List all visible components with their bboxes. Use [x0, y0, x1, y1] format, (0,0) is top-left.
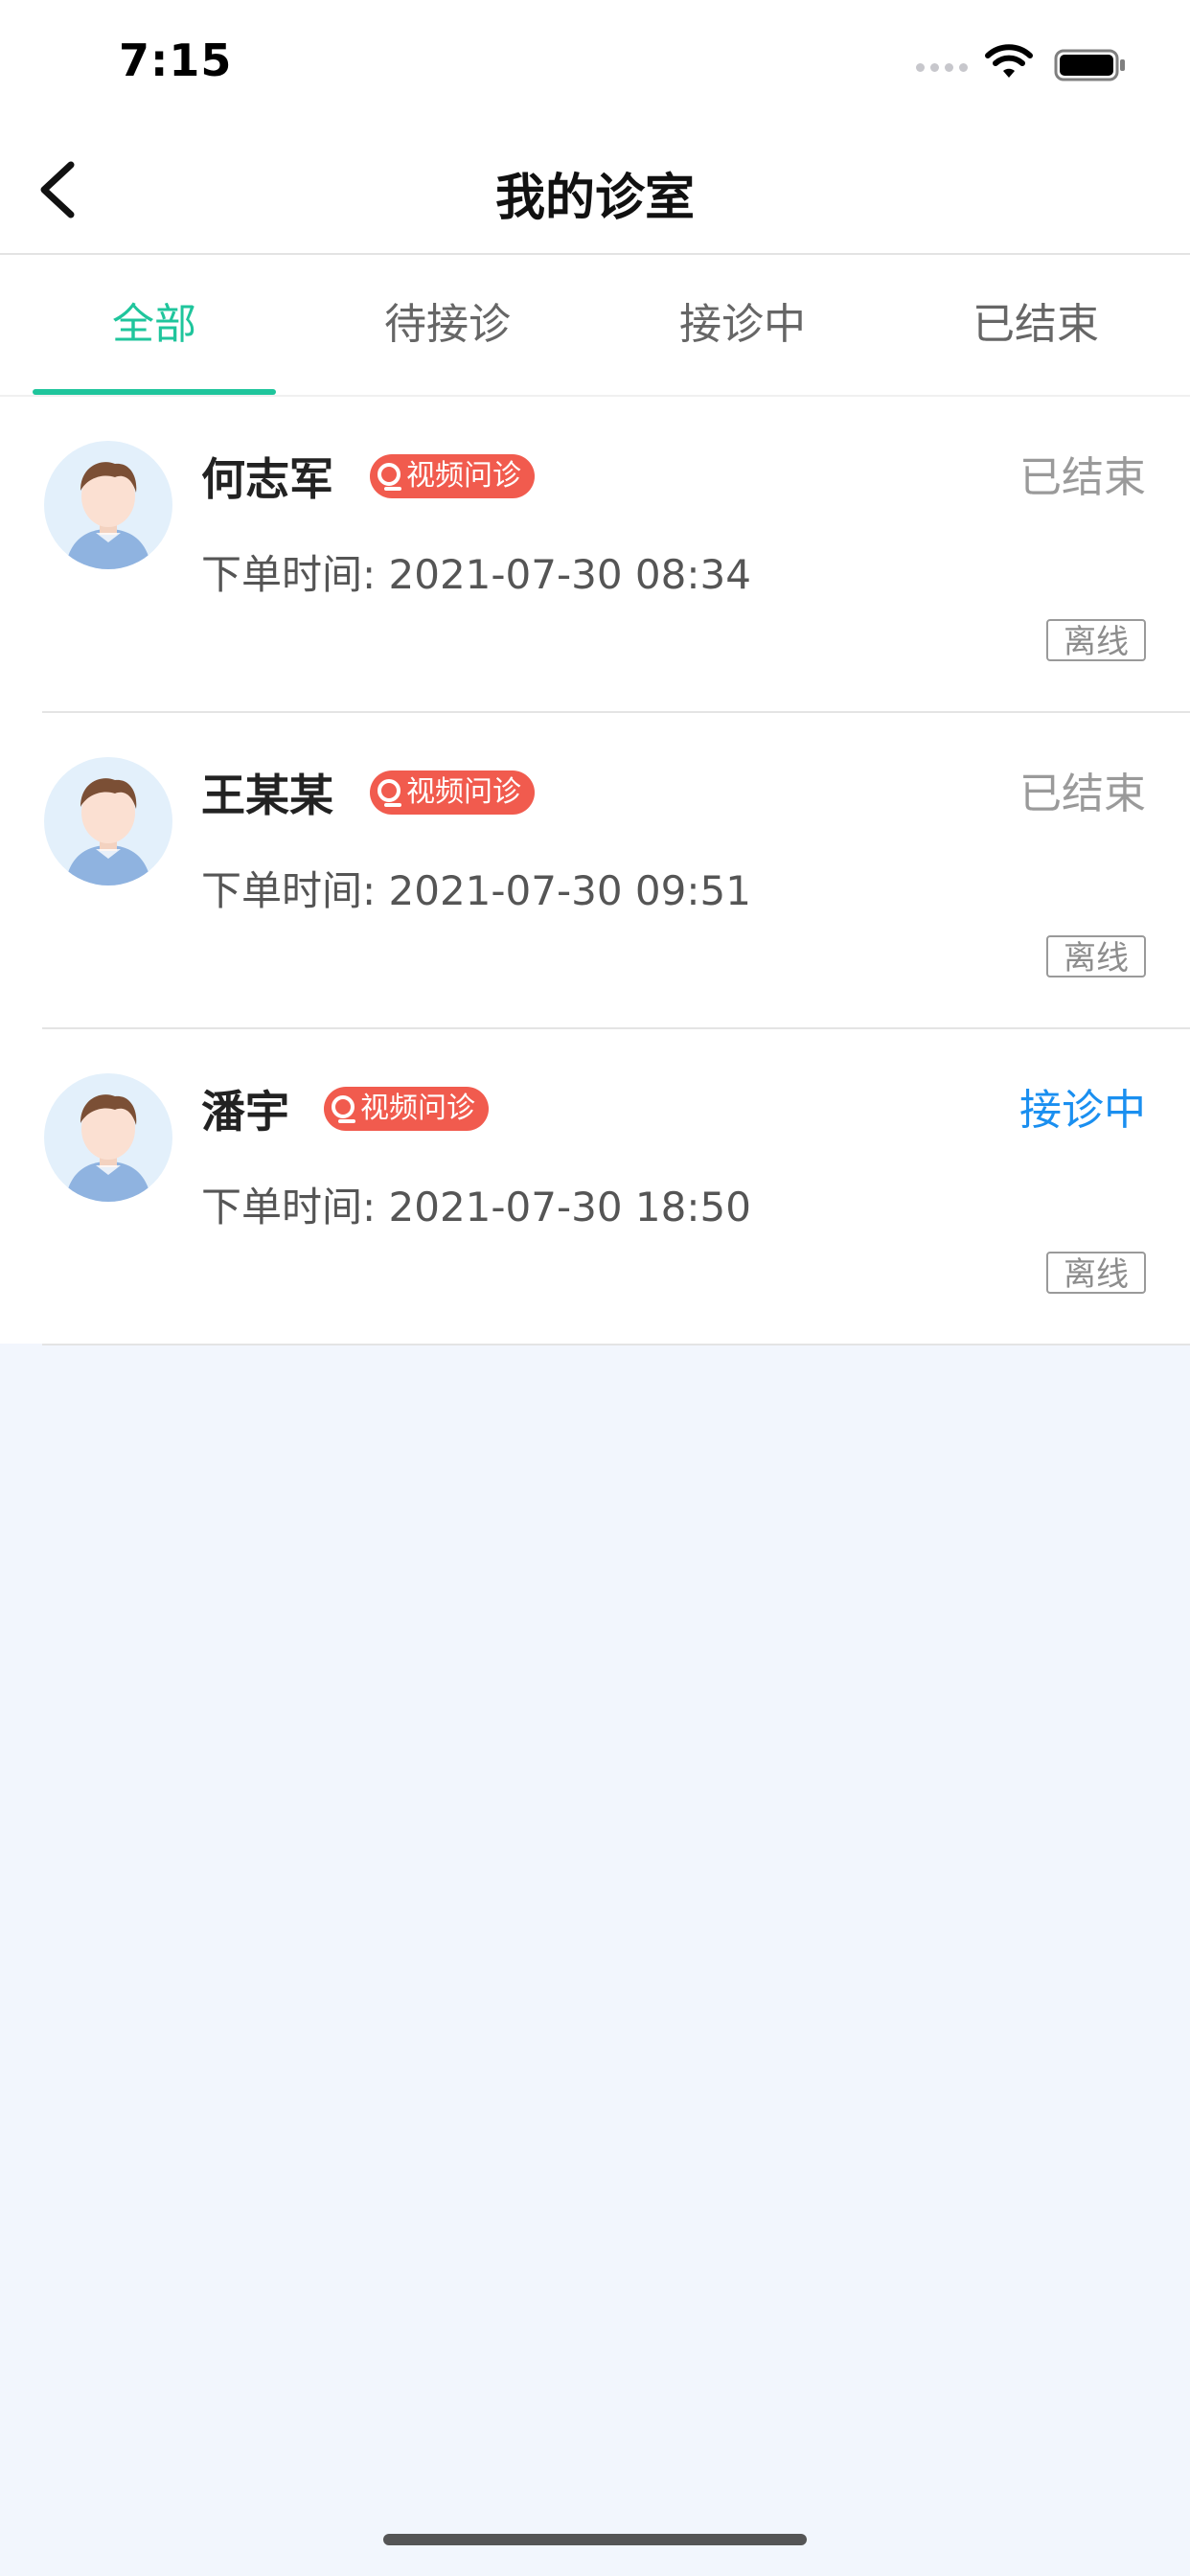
order-time: 下单时间: 2021-07-30 09:51: [201, 867, 751, 914]
video-consult-badge: 视频问诊: [370, 454, 535, 498]
tab-in-progress[interactable]: 接诊中: [594, 255, 891, 395]
battery-icon: [1054, 49, 1125, 81]
row-divider: [42, 1344, 1190, 1346]
offline-tag: 离线: [1046, 935, 1146, 978]
consultation-list: 何志军 视频问诊 已结束 下单时间: 2021-07-30 08:34 离线 王…: [0, 397, 1190, 1346]
user-avatar-icon: [65, 1094, 151, 1202]
video-call-icon: [378, 462, 401, 491]
consultation-item[interactable]: 王某某 视频问诊 已结束 下单时间: 2021-07-30 09:51 离线: [0, 713, 1190, 1029]
cellular-signal-icon: [916, 59, 972, 73]
home-indicator: [383, 2534, 807, 2545]
consultation-status: 接诊中: [1019, 1086, 1146, 1135]
tab-bar: 全部 待接诊 接诊中 已结束: [0, 255, 1190, 397]
video-call-icon: [378, 778, 401, 807]
consultation-status: 已结束: [1019, 453, 1146, 502]
offline-tag: 离线: [1046, 619, 1146, 661]
video-consult-label: 视频问诊: [406, 775, 521, 809]
status-time: 7:15: [119, 34, 233, 86]
page-title: 我的诊室: [494, 170, 695, 227]
avatar: [44, 441, 172, 569]
avatar: [44, 757, 172, 886]
video-consult-label: 视频问诊: [360, 1092, 475, 1125]
navigation-bar: 我的诊室: [0, 125, 1190, 255]
consultation-item[interactable]: 潘宇 视频问诊 接诊中 下单时间: 2021-07-30 18:50 离线: [0, 1029, 1190, 1346]
video-consult-badge: 视频问诊: [370, 770, 535, 815]
patient-name: 潘宇: [201, 1086, 289, 1138]
active-tab-indicator: [33, 389, 276, 395]
user-avatar-icon: [65, 462, 151, 569]
tab-all[interactable]: 全部: [6, 255, 303, 395]
patient-name: 王某某: [201, 770, 333, 821]
avatar: [44, 1073, 172, 1202]
consultation-status: 已结束: [1019, 770, 1146, 818]
consultation-item[interactable]: 何志军 视频问诊 已结束 下单时间: 2021-07-30 08:34 离线: [0, 397, 1190, 713]
status-bar: 7:15: [0, 0, 1190, 125]
video-consult-label: 视频问诊: [406, 459, 521, 493]
order-time: 下单时间: 2021-07-30 08:34: [201, 551, 751, 598]
tab-finished[interactable]: 已结束: [887, 255, 1184, 395]
patient-name: 何志军: [201, 453, 333, 505]
order-time: 下单时间: 2021-07-30 18:50: [201, 1184, 751, 1230]
wifi-icon: [985, 44, 1033, 78]
video-call-icon: [332, 1094, 355, 1123]
video-consult-badge: 视频问诊: [324, 1087, 489, 1131]
user-avatar-icon: [65, 778, 151, 886]
tab-pending[interactable]: 待接诊: [299, 255, 596, 395]
offline-tag: 离线: [1046, 1252, 1146, 1294]
